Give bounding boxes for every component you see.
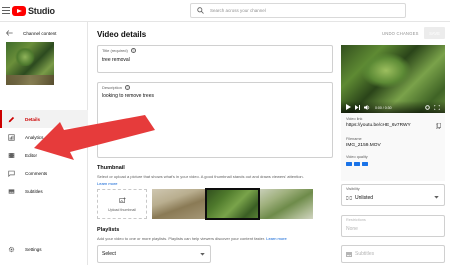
chevron-down-icon	[434, 196, 439, 199]
video-player[interactable]: 0:00 / 0:30	[341, 45, 445, 113]
thumbnail-description: Select or upload a picture that shows wh…	[97, 174, 337, 179]
title-label-text: Title (required)	[102, 48, 128, 53]
sidebar-item-label: Subtitles	[25, 188, 43, 194]
sidebar-item-settings[interactable]: Settings	[0, 240, 88, 258]
sidebar-item-label: Editor	[25, 152, 38, 158]
sidebar-item-details[interactable]: Details	[0, 110, 88, 128]
undo-changes-button[interactable]: UNDO CHANGES	[382, 31, 419, 36]
back-to-channel-content[interactable]: Channel content	[6, 30, 56, 36]
skip-next-icon[interactable]	[355, 105, 360, 110]
comment-icon	[8, 170, 15, 177]
video-time: 0:00 / 0:30	[375, 106, 392, 110]
restrictions-field: Restrictions None	[341, 215, 445, 237]
playlists-description: Add your video to one or more playlists.…	[97, 236, 287, 241]
fullscreen-icon[interactable]	[434, 105, 440, 110]
sidebar: Channel content Video tree removal Detai…	[0, 22, 88, 265]
help-icon[interactable]: ?	[125, 85, 131, 90]
visibility-value: Unlisted	[346, 195, 373, 201]
sidebar-item-analytics[interactable]: Analytics	[0, 128, 88, 146]
logo-text: Studio	[28, 6, 55, 16]
help-icon[interactable]: ?	[130, 48, 136, 53]
title-field[interactable]: Title (required) ? tree removal	[97, 45, 333, 73]
settings-icon[interactable]	[425, 105, 430, 110]
sidebar-item-label: Analytics	[25, 134, 44, 140]
film-icon	[8, 152, 15, 158]
gear-icon	[8, 246, 15, 252]
search-input[interactable]: Search across your channel	[190, 3, 406, 18]
sidebar-item-label: Settings	[25, 246, 42, 252]
menu-icon[interactable]	[2, 7, 10, 14]
learn-more-link[interactable]: Learn more	[266, 236, 286, 241]
studio-logo[interactable]: Studio	[12, 5, 55, 17]
playlist-select[interactable]: Select	[97, 245, 211, 263]
play-icon[interactable]	[346, 104, 351, 110]
description-field[interactable]: Description ? looking to remove trees	[97, 82, 333, 158]
sidebar-item-label: Comments	[25, 170, 48, 176]
sidebar-item-editor[interactable]: Editor	[0, 146, 88, 164]
description-value[interactable]: looking to remove trees	[102, 93, 154, 99]
subtitles-value-text: Subtitles	[355, 251, 375, 257]
search-placeholder: Search across your channel	[210, 8, 266, 13]
video-thumbnail[interactable]	[6, 42, 54, 85]
thumbnail-option-3[interactable]	[260, 189, 313, 219]
sidebar-item-label: Details	[25, 116, 41, 122]
video-quality-badges	[346, 162, 368, 166]
playlist-select-value: Select	[102, 251, 116, 257]
restrictions-value: None	[346, 226, 358, 232]
thumbnail-title: Thumbnail	[97, 165, 125, 171]
youtube-logo-icon	[12, 6, 26, 16]
filename-label: Filename	[346, 137, 362, 141]
save-button[interactable]: SAVE	[424, 27, 445, 39]
subtitles-icon	[8, 188, 15, 194]
description-field-label: Description ?	[102, 85, 131, 90]
video-link-label: Video link	[346, 117, 363, 121]
thumbnail-option-1[interactable]	[152, 189, 205, 219]
arrow-back-icon	[6, 30, 13, 36]
link-icon	[346, 196, 352, 200]
sidebar-item-comments[interactable]: Comments	[0, 164, 88, 182]
visibility-value-text: Unlisted	[355, 195, 374, 201]
add-image-icon	[118, 196, 126, 203]
learn-more-link[interactable]: Learn more	[97, 181, 117, 186]
playlists-title: Playlists	[97, 227, 120, 233]
volume-icon[interactable]	[364, 105, 370, 110]
analytics-icon	[8, 133, 15, 141]
subtitles-field[interactable]: Subtitles	[341, 245, 445, 263]
back-label: Channel content	[23, 30, 57, 36]
chevron-down-icon	[200, 253, 205, 256]
visibility-label: Visibility	[346, 187, 360, 191]
search-icon	[197, 7, 204, 14]
restrictions-label: Restrictions	[346, 218, 366, 222]
title-field-label: Title (required) ?	[102, 48, 136, 53]
playlists-desc-text: Add your video to one or more playlists.…	[97, 236, 266, 241]
pencil-icon	[8, 116, 15, 122]
copy-icon[interactable]	[436, 123, 441, 129]
video-quality-label: Video quality	[346, 155, 368, 159]
subtitles-value: Subtitles	[346, 251, 374, 257]
thumbnail-option-2-selected[interactable]	[205, 188, 260, 220]
thumbnail-learn-more[interactable]: Learn more	[97, 181, 117, 186]
page-title: Video details	[97, 30, 147, 39]
visibility-select[interactable]: Visibility Unlisted	[341, 184, 445, 206]
subtitles-icon	[346, 251, 352, 257]
sidebar-item-subtitles[interactable]: Subtitles	[0, 182, 88, 200]
title-value[interactable]: tree removal	[102, 57, 130, 63]
video-link[interactable]: https://youtu.be/cHE_6v7RWY	[346, 123, 411, 128]
thumbnail-desc-text: Select or upload a picture that shows wh…	[97, 174, 304, 179]
filename-value: IMG_2159.MOV	[346, 143, 381, 148]
player-controls: 0:00 / 0:30	[341, 101, 445, 113]
upload-thumbnail-button[interactable]: Upload thumbnail	[97, 189, 147, 219]
description-label-text: Description	[102, 85, 123, 90]
upload-thumbnail-label: Upload thumbnail	[108, 207, 136, 212]
top-bar: Studio Search across your channel	[0, 0, 450, 22]
video-info-panel: Video link https://youtu.be/cHE_6v7RWY F…	[341, 113, 445, 181]
